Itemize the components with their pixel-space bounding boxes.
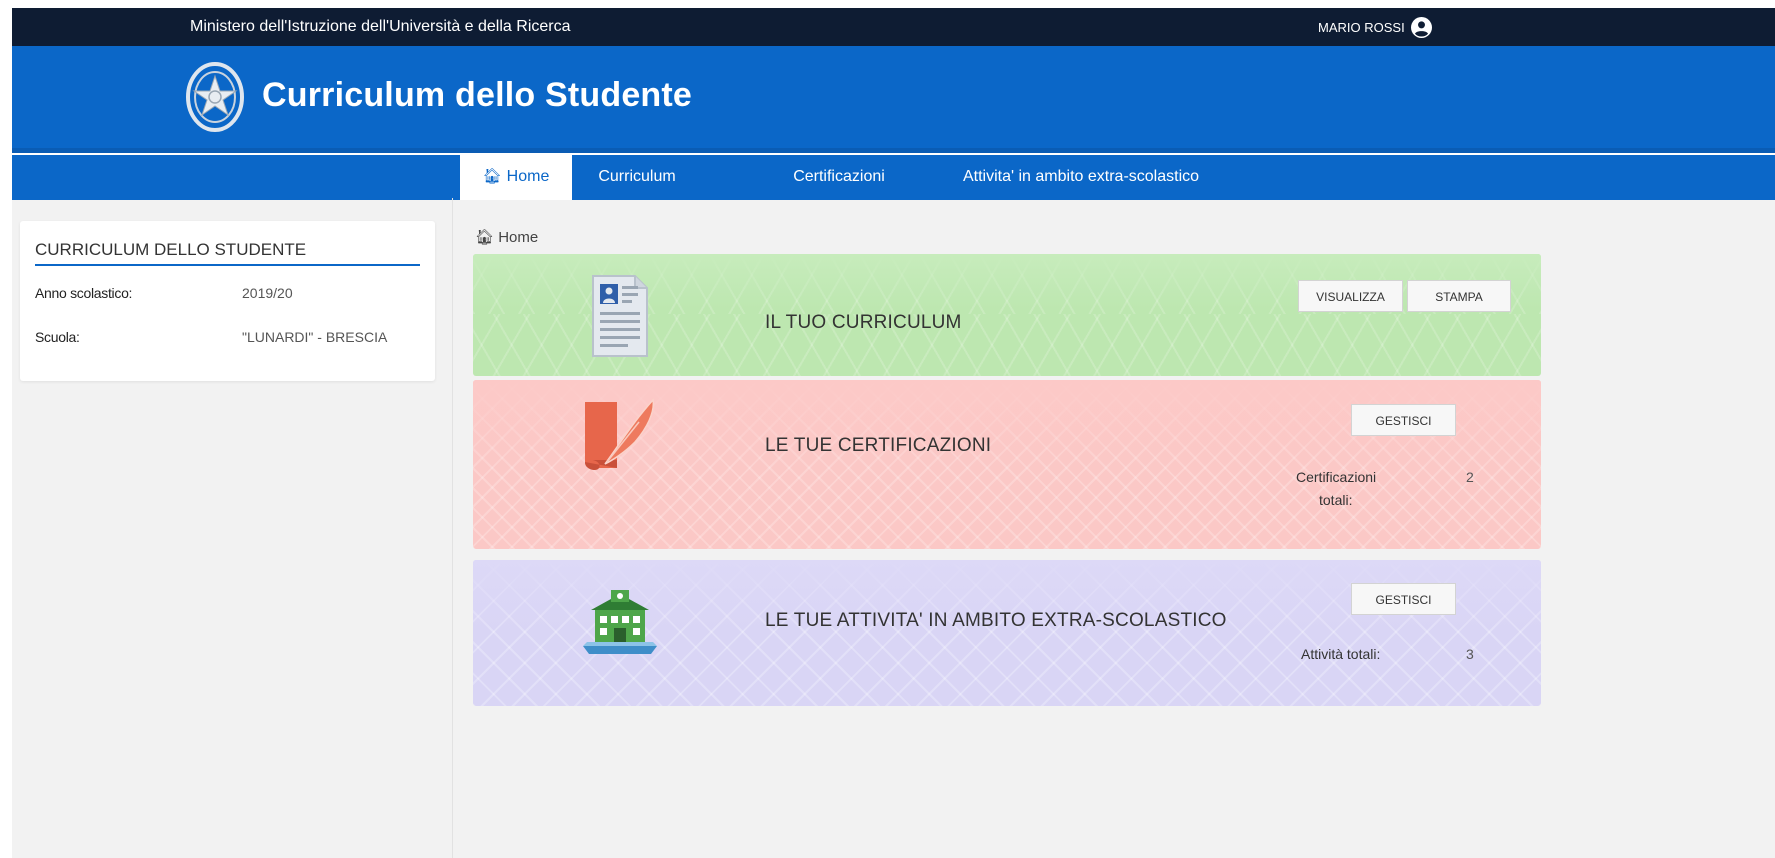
school-label: Scuola: <box>35 329 80 345</box>
scroll-quill-icon <box>585 398 655 470</box>
student-info-card: CURRICULUM DELLO STUDENTE Anno scolastic… <box>20 221 435 381</box>
card-title: CURRICULUM DELLO STUDENTE <box>35 240 307 259</box>
school-value: "LUNARDI" - BRESCIA <box>242 329 388 345</box>
top-bar: Ministero dell'Istruzione dell'Universit… <box>12 8 1775 46</box>
nav-item-curriculum[interactable]: Curriculum <box>572 155 702 200</box>
gestisci-certificazioni-button[interactable]: GESTISCI <box>1351 404 1456 436</box>
panel-title: IL TUO CURRICULUM <box>765 312 962 333</box>
app-title: Curriculum dello Studente <box>262 76 693 114</box>
user-menu[interactable]: MARIO ROSSI <box>1318 17 1432 38</box>
nav-item-certificazioni[interactable]: Certificazioni <box>764 155 914 200</box>
visualizza-button[interactable]: VISUALIZZA <box>1298 280 1403 312</box>
attivita-total-value: 3 <box>1466 646 1474 662</box>
document-icon <box>592 275 648 357</box>
app-header: Curriculum dello Studente <box>12 46 1775 153</box>
nav-item-label: Curriculum <box>598 168 676 185</box>
nav-item-label: Home <box>506 168 550 185</box>
certificazioni-panel: LE TUE CERTIFICAZIONI GESTISCI Certifica… <box>473 380 1541 549</box>
gestisci-attivita-button[interactable]: GESTISCI <box>1351 583 1456 615</box>
main-nav: 🏠︎ Home Curriculum Certificazioni Attivit… <box>12 153 1775 200</box>
school-building-icon <box>583 590 657 654</box>
breadcrumb: 🏠︎ Home <box>475 228 538 246</box>
home-icon: 🏠︎ <box>482 168 502 185</box>
sidebar: CURRICULUM DELLO STUDENTE Anno scolastic… <box>12 198 453 858</box>
attivita-panel: LE TUE ATTIVITA' IN AMBITO EXTRA-SCOLAST… <box>473 560 1541 706</box>
certificazioni-total-label: Certificazioni <box>1296 469 1377 485</box>
school-year-value: 2019/20 <box>242 285 293 301</box>
user-name: MARIO ROSSI <box>1318 20 1405 35</box>
certificazioni-total-label-2: totali: <box>1319 492 1353 508</box>
nav-item-home[interactable]: 🏠︎ Home <box>460 155 572 200</box>
attivita-total-label: Attività totali: <box>1301 646 1381 662</box>
ministry-name: Ministero dell'Istruzione dell'Universit… <box>190 18 571 35</box>
stampa-button[interactable]: STAMPA <box>1407 280 1511 312</box>
emblem-icon <box>186 62 244 132</box>
title-divider <box>35 264 420 266</box>
breadcrumb-home[interactable]: Home <box>498 229 538 246</box>
nav-item-label: Certificazioni <box>793 168 885 185</box>
panel-title: LE TUE CERTIFICAZIONI <box>765 435 992 456</box>
certificazioni-total-value: 2 <box>1466 469 1474 485</box>
curriculum-panel: IL TUO CURRICULUM VISUALIZZA STAMPA <box>473 254 1541 376</box>
home-icon: 🏠︎ <box>475 229 495 246</box>
user-circle-icon <box>1410 17 1432 38</box>
school-year-label: Anno scolastico: <box>35 285 133 301</box>
panel-title: LE TUE ATTIVITA' IN AMBITO EXTRA-SCOLAST… <box>765 610 1227 631</box>
app-frame: Ministero dell'Istruzione dell'Universit… <box>12 8 1775 858</box>
nav-item-attivita[interactable]: Attivita' in ambito extra-scolastico <box>928 155 1234 200</box>
nav-item-label: Attivita' in ambito extra-scolastico <box>962 168 1200 185</box>
